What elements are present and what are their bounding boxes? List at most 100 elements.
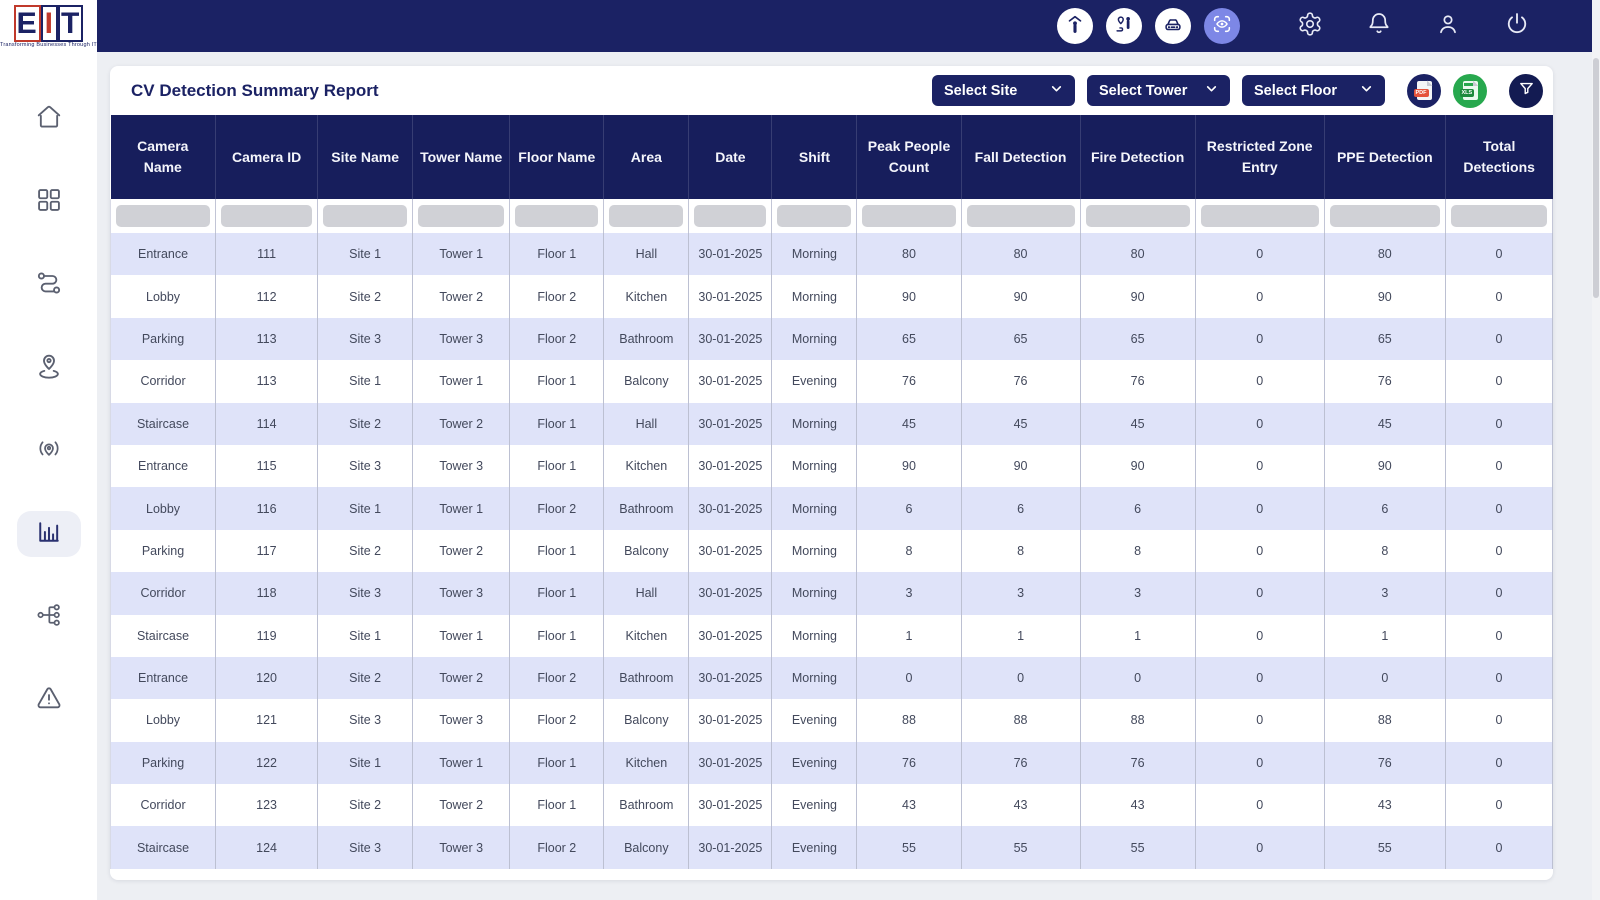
vehicle-module-button[interactable]: [1155, 8, 1191, 44]
column-filter-input[interactable]: [221, 205, 313, 227]
table-cell: 30-01-2025: [688, 572, 773, 615]
table-cell: 118: [215, 572, 319, 615]
table-cell: Floor 2: [509, 826, 605, 869]
sidebar-item-home[interactable]: [17, 96, 81, 142]
detections-table-wrap: Camera Name Camera ID Site Name Tower Name F…: [109, 115, 1554, 869]
table-cell: Hall: [603, 402, 690, 445]
column-header: Camera ID: [215, 115, 319, 199]
table-cell: Tower 2: [412, 529, 511, 573]
table-cell: Hall: [603, 572, 690, 615]
sidebar-item-geofence[interactable]: [17, 428, 81, 474]
table-cell: 76: [1080, 741, 1196, 785]
table-cell: 55: [1324, 826, 1446, 869]
column-filter-input[interactable]: [694, 205, 767, 227]
column-filter-input[interactable]: [1200, 205, 1319, 227]
table-cell: 90: [1324, 444, 1446, 488]
sidebar-item-location[interactable]: [17, 345, 81, 391]
table-cell: 8: [856, 529, 962, 573]
export-pdf-button[interactable]: PDF: [1407, 73, 1441, 108]
table-cell: 30-01-2025: [688, 487, 773, 530]
table-cell: 76: [1080, 360, 1196, 403]
filter-button[interactable]: [1509, 73, 1543, 108]
nav-action-group: [1296, 11, 1530, 42]
table-cell: Corridor: [109, 572, 217, 615]
table-cell: 0: [1445, 360, 1554, 403]
table-cell: Morning: [771, 487, 858, 530]
column-filter-input[interactable]: [323, 205, 408, 227]
select-tower-dropdown[interactable]: Select Tower: [1087, 75, 1230, 106]
column-filter-input[interactable]: [116, 205, 211, 227]
table-cell: Site 2: [317, 784, 414, 827]
table-cell: Bathroom: [603, 487, 690, 530]
column-filter-input[interactable]: [1329, 205, 1440, 227]
gear-icon: [1297, 11, 1323, 42]
table-cell: 30-01-2025: [688, 741, 773, 785]
table-cell: 55: [856, 826, 962, 869]
select-floor-dropdown[interactable]: Select Floor: [1242, 75, 1385, 106]
scrollbar-thumb[interactable]: [1593, 58, 1599, 298]
table-cell: Site 2: [317, 656, 414, 700]
column-filter-input[interactable]: [1085, 205, 1190, 227]
people-tracking-module-button[interactable]: [1106, 8, 1142, 44]
table-cell: 88: [1080, 699, 1196, 742]
table-cell: Parking: [109, 529, 217, 573]
table-cell: Staircase: [109, 614, 217, 657]
select-site-dropdown[interactable]: Select Site: [932, 75, 1075, 106]
profile-button[interactable]: [1434, 13, 1461, 40]
cv-detection-module-button[interactable]: [1204, 8, 1240, 44]
column-filter-input[interactable]: [777, 205, 852, 227]
funnel-icon: [1518, 80, 1535, 102]
table-cell: 76: [961, 360, 1081, 403]
export-xls-button[interactable]: XLS: [1453, 73, 1487, 108]
logout-button[interactable]: [1503, 12, 1530, 40]
table-cell: 43: [1080, 784, 1196, 827]
settings-button[interactable]: [1296, 11, 1323, 42]
table-cell: Evening: [771, 826, 858, 869]
xls-file-icon: XLS: [1459, 80, 1479, 100]
notifications-button[interactable]: [1365, 12, 1392, 40]
table-cell: Balcony: [603, 360, 690, 403]
sidebar-item-network[interactable]: [17, 594, 81, 640]
table-cell: Bathroom: [603, 656, 690, 700]
report-card-header: CV Detection Summary Report Select Site …: [110, 66, 1553, 115]
table-cell: Balcony: [603, 826, 690, 869]
table-cell: 6: [961, 487, 1081, 530]
column-filter-input[interactable]: [862, 205, 956, 227]
table-cell: 30-01-2025: [688, 402, 773, 445]
table-cell: 30-01-2025: [688, 699, 773, 742]
table-cell: Tower 1: [412, 360, 511, 403]
chevron-down-icon: [1205, 82, 1218, 99]
column-header: Fire Detection: [1080, 115, 1196, 199]
column-filter-input[interactable]: [1450, 205, 1547, 227]
sidebar-item-reports[interactable]: [16, 511, 81, 557]
table-cell: 30-01-2025: [688, 360, 773, 403]
page-scrollbar[interactable]: [1592, 0, 1600, 900]
table-cell: 30-01-2025: [688, 826, 773, 869]
table-cell: Tower 1: [412, 487, 511, 530]
person-home-module-button[interactable]: [1057, 8, 1093, 44]
select-tower-label: Select Tower: [1099, 82, 1188, 99]
column-filter-input[interactable]: [515, 205, 599, 227]
sidebar-item-route-tracking[interactable]: [17, 262, 81, 308]
column-header: PPE Detection: [1324, 115, 1446, 199]
table-cell: Evening: [771, 699, 858, 742]
select-floor-label: Select Floor: [1254, 82, 1337, 99]
table-cell: Floor 1: [509, 614, 605, 657]
table-cell: 0: [1445, 529, 1554, 573]
app-logo[interactable]: EIT Transforming Businesses Through IT: [0, 5, 97, 48]
table-cell: Kitchen: [603, 444, 690, 488]
table-cell: Morning: [771, 317, 858, 361]
table-cell: Morning: [771, 233, 858, 276]
table-cell: 88: [961, 699, 1081, 742]
table-cell: Evening: [771, 784, 858, 827]
table-row: Lobby 112 Site 2 Tower 2 Floor 2 Kitchen 30-01…: [109, 275, 1554, 318]
table-cell: 76: [856, 360, 962, 403]
table-cell: 0: [1324, 656, 1446, 700]
column-filter-input[interactable]: [418, 205, 505, 227]
table-cell: Bathroom: [603, 317, 690, 361]
column-filter-input[interactable]: [609, 205, 684, 227]
sidebar-item-alerts[interactable]: [17, 677, 81, 723]
sidebar-item-dashboard[interactable]: [17, 179, 81, 225]
column-filter-input[interactable]: [966, 205, 1075, 227]
sidebar: EIT Transforming Businesses Through IT: [0, 0, 97, 900]
